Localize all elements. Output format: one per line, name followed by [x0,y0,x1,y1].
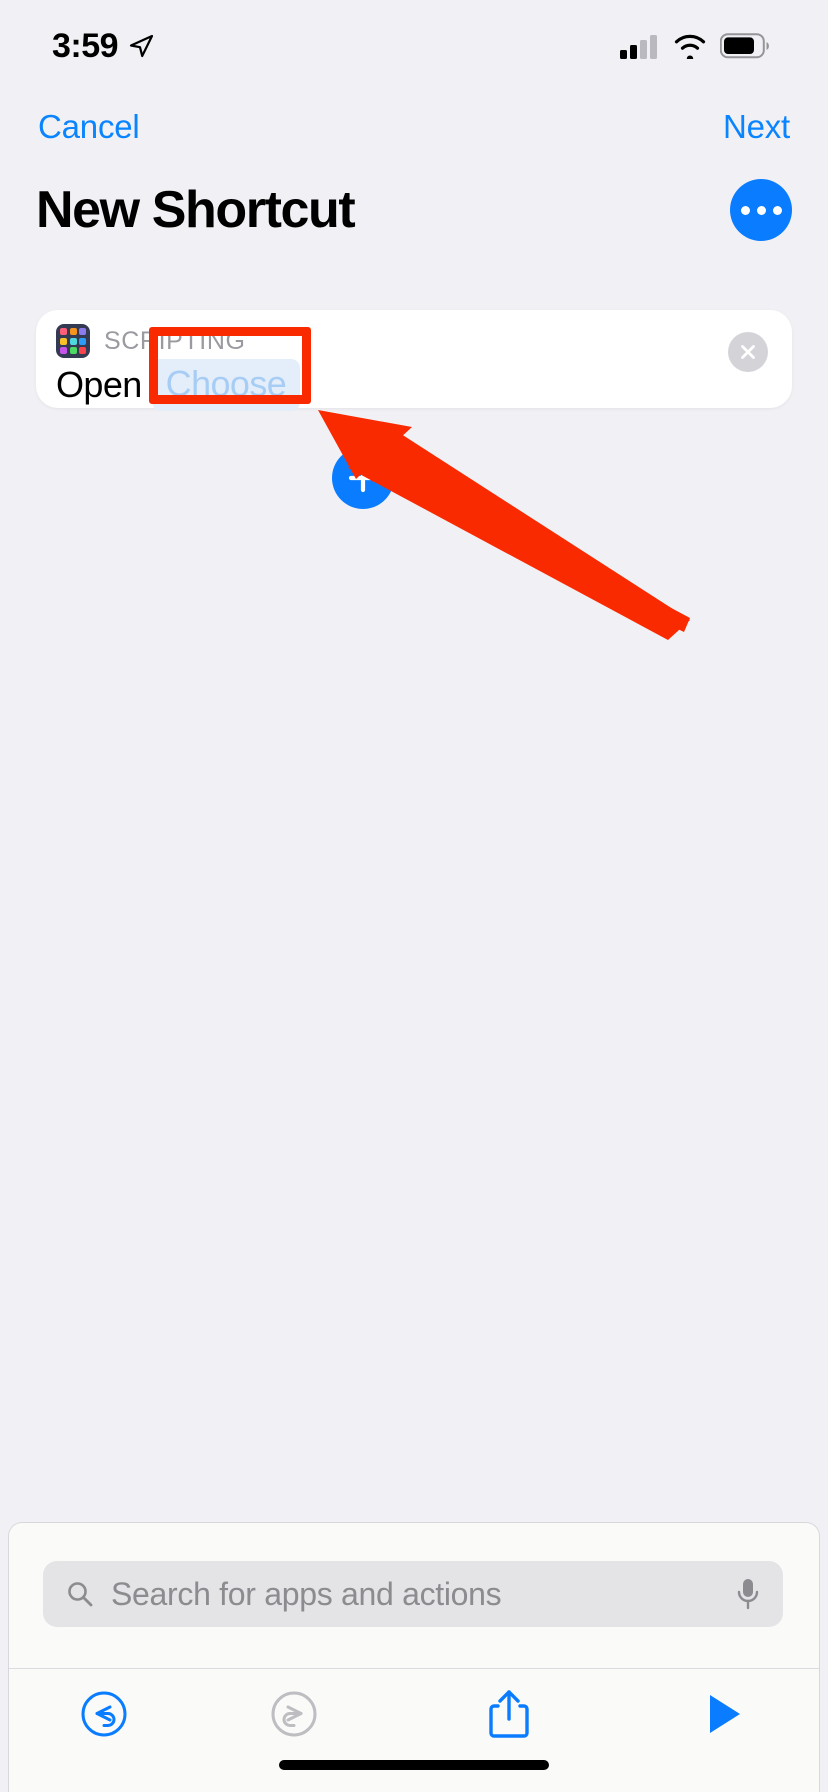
remove-action-button[interactable] [728,332,768,372]
ellipsis-icon-dot-3 [772,205,782,215]
wifi-icon [674,34,706,59]
choose-parameter-button[interactable]: Choose [151,359,301,411]
grid-cell-4 [60,337,67,345]
search-input[interactable]: Search for apps and actions [43,1561,783,1627]
bottom-panel: Search for apps and actions [8,1522,820,1792]
grid-cell-5 [69,337,77,345]
grid-cell-6 [79,337,86,345]
cellular-signal-icon [620,35,657,59]
action-category-label: SCRIPTING [104,326,246,355]
undo-arrow-icon [81,1691,127,1737]
grid-cell-1 [60,328,67,335]
microphone-icon[interactable] [735,1577,761,1611]
status-bar: 3:59 [0,0,828,92]
title-row: New Shortcut [0,168,828,252]
grid-cell-9 [79,347,86,354]
navigation-bar: Cancel Next [0,96,828,158]
add-action-button[interactable] [332,447,394,509]
redo-arrow-icon [271,1691,317,1737]
cancel-button[interactable]: Cancel [38,108,140,146]
share-button[interactable] [389,1688,629,1740]
plus-icon [348,463,378,493]
search-placeholder-text: Search for apps and actions [111,1575,502,1612]
play-icon [710,1695,740,1733]
redo-button[interactable] [199,1690,389,1738]
undo-button[interactable] [9,1690,199,1738]
battery-icon [720,33,769,59]
action-card-header: SCRIPTING [56,324,772,358]
location-arrow-icon [129,34,154,58]
action-verb-label: Open [56,364,142,405]
close-x-icon [741,345,755,359]
home-indicator-bar [279,1760,549,1770]
grid-cell-8 [69,347,77,354]
status-bar-right [620,33,770,59]
grid-cell-2 [69,328,77,335]
ellipsis-icon-dot-2 [756,205,766,215]
status-bar-left: 3:59 [52,27,154,66]
scripting-app-grid-icon [56,324,90,358]
status-bar-clock: 3:59 [52,26,119,65]
ellipsis-icon-dot-1 [740,205,750,215]
page-title: New Shortcut [36,181,356,239]
grid-cell-3 [79,328,86,335]
run-button[interactable] [629,1690,819,1738]
next-button[interactable]: Next [723,108,790,146]
action-card-body: Open Choose [56,359,772,411]
search-icon [68,1582,93,1607]
editor-toolbar [9,1669,819,1759]
share-icon [489,1690,529,1738]
action-card-open[interactable]: SCRIPTING Open Choose [36,310,792,411]
grid-cell-7 [60,347,67,354]
more-options-button[interactable] [730,179,792,241]
